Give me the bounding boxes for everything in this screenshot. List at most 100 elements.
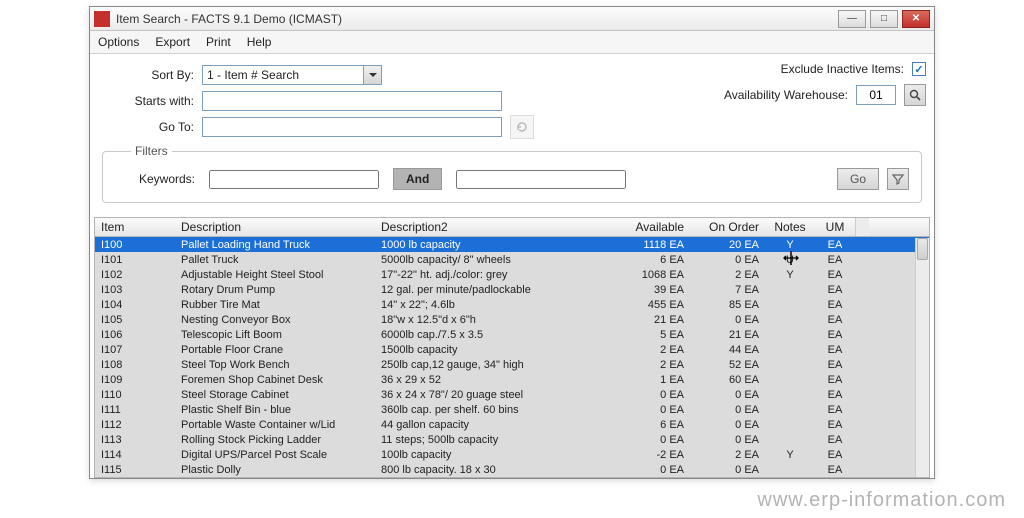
menubar: Options Export Print Help [90,31,934,54]
table-row[interactable]: I101Pallet Truck5000lb capacity/ 8" whee… [95,252,929,267]
col-notes[interactable]: Notes [765,218,815,236]
cell-available: 39 EA [610,282,690,298]
table-row[interactable]: I104Rubber Tire Mat14" x 22"; 4.6lb455 E… [95,297,929,312]
cell-desc2: 18"w x 12.5"d x 6"h [375,312,610,328]
cell-onorder: 0 EA [690,402,765,418]
cell-available: 1118 EA [610,237,690,253]
cell-desc: Steel Storage Cabinet [175,387,375,403]
menu-options[interactable]: Options [98,35,139,49]
cell-desc: Rubber Tire Mat [175,297,375,313]
table-body: I100Pallet Loading Hand Truck1000 lb cap… [95,237,929,477]
cell-item: I104 [95,297,175,313]
table-row[interactable]: I102Adjustable Height Steel Stool17"-22"… [95,267,929,282]
titlebar: Item Search - FACTS 9.1 Demo (ICMAST) — … [90,7,934,31]
sortby-dropdown[interactable]: 1 - Item # Search [202,65,382,85]
cell-onorder: 60 EA [690,372,765,388]
cell-available: 6 EA [610,252,690,268]
table-row[interactable]: I109Foremen Shop Cabinet Desk36 x 29 x 5… [95,372,929,387]
table-row[interactable]: I100Pallet Loading Hand Truck1000 lb cap… [95,237,929,252]
table-row[interactable]: I105Nesting Conveyor Box18"w x 12.5"d x … [95,312,929,327]
cell-desc: Steel Top Work Bench [175,357,375,373]
table-row[interactable]: I103Rotary Drum Pump12 gal. per minute/p… [95,282,929,297]
cell-available: 21 EA [610,312,690,328]
cell-available: 455 EA [610,297,690,313]
cell-um: EA [815,462,855,478]
col-description2[interactable]: Description2 [375,218,610,236]
minimize-button[interactable]: — [838,10,866,28]
table-row[interactable]: I108Steel Top Work Bench250lb cap,12 gau… [95,357,929,372]
table-row[interactable]: I110Steel Storage Cabinet36 x 24 x 78"/ … [95,387,929,402]
watermark: www.erp-information.com [757,489,1006,512]
cell-item: I114 [95,447,175,463]
table-header: Item Description Description2 Available … [95,218,929,237]
cell-item: I106 [95,327,175,343]
cell-item: I107 [95,342,175,358]
cell-desc2: 17"-22" ht. adj./color: grey [375,267,610,283]
cell-onorder: 0 EA [690,432,765,448]
availability-warehouse-label: Availability Warehouse: [724,88,848,102]
cell-item: I101 [95,252,175,268]
scrollbar-thumb[interactable] [917,238,928,260]
sortby-value: 1 - Item # Search [207,68,299,82]
cell-item: I110 [95,387,175,403]
cell-notes [765,408,815,412]
cell-notes [765,378,815,382]
col-available[interactable]: Available [610,218,690,236]
cell-desc2: 12 gal. per minute/padlockable [375,282,610,298]
table-row[interactable]: I107Portable Floor Crane1500lb capacity2… [95,342,929,357]
keyword2-input[interactable] [456,170,626,189]
cell-onorder: 0 EA [690,387,765,403]
and-button[interactable]: And [393,168,442,190]
exclude-inactive-checkbox[interactable]: ✓ [912,62,926,76]
cell-notes [765,333,815,337]
cell-desc: Plastic Shelf Bin - blue [175,402,375,418]
cell-um: EA [815,357,855,373]
cell-desc: Portable Waste Container w/Lid [175,417,375,433]
startswith-input[interactable] [202,91,502,111]
cell-desc2: 800 lb capacity. 18 x 30 [375,462,610,478]
cell-um: EA [815,252,855,268]
cell-item: I111 [95,402,175,418]
filters-group: Filters Keywords: And Go [102,144,922,203]
keyword1-input[interactable] [209,170,379,189]
cell-notes [765,363,815,367]
cell-desc: Rolling Stock Picking Ladder [175,432,375,448]
table-row[interactable]: I114Digital UPS/Parcel Post Scale100lb c… [95,447,929,462]
cell-onorder: 0 EA [690,252,765,268]
cell-notes [765,348,815,352]
cell-notes [765,303,815,307]
cell-um: EA [815,342,855,358]
filter-tools-button[interactable] [887,168,909,190]
warehouse-lookup-button[interactable] [904,84,926,106]
go-button[interactable]: Go [837,168,879,190]
col-description[interactable]: Description [175,218,375,236]
table-row[interactable]: I115Plastic Dolly800 lb capacity. 18 x 3… [95,462,929,477]
goto-input[interactable] [202,117,502,137]
table-row[interactable]: I111Plastic Shelf Bin - blue360lb cap. p… [95,402,929,417]
close-button[interactable]: ✕ [902,10,930,28]
menu-help[interactable]: Help [247,35,272,49]
results-table: Item Description Description2 Available … [94,217,930,478]
cell-desc2: 44 gallon capacity [375,417,610,433]
cell-notes: Y [765,447,815,463]
menu-export[interactable]: Export [155,35,190,49]
vertical-scrollbar[interactable] [915,238,929,477]
cell-onorder: 0 EA [690,462,765,478]
col-um[interactable]: UM [815,218,855,236]
availability-warehouse-input[interactable] [856,85,896,105]
cell-available: 2 EA [610,357,690,373]
col-item[interactable]: Item [95,218,175,236]
col-onorder[interactable]: On Order [690,218,765,236]
cell-available: 0 EA [610,432,690,448]
maximize-button[interactable]: □ [870,10,898,28]
table-row[interactable]: I113Rolling Stock Picking Ladder11 steps… [95,432,929,447]
cell-desc: Pallet Loading Hand Truck [175,237,375,253]
cell-um: EA [815,432,855,448]
menu-print[interactable]: Print [206,35,231,49]
table-row[interactable]: I112Portable Waste Container w/Lid44 gal… [95,417,929,432]
refresh-button[interactable] [510,115,534,139]
cell-notes: U [765,252,815,268]
cell-onorder: 0 EA [690,417,765,433]
table-row[interactable]: I106Telescopic Lift Boom6000lb cap./7.5 … [95,327,929,342]
window: Item Search - FACTS 9.1 Demo (ICMAST) — … [89,6,935,479]
